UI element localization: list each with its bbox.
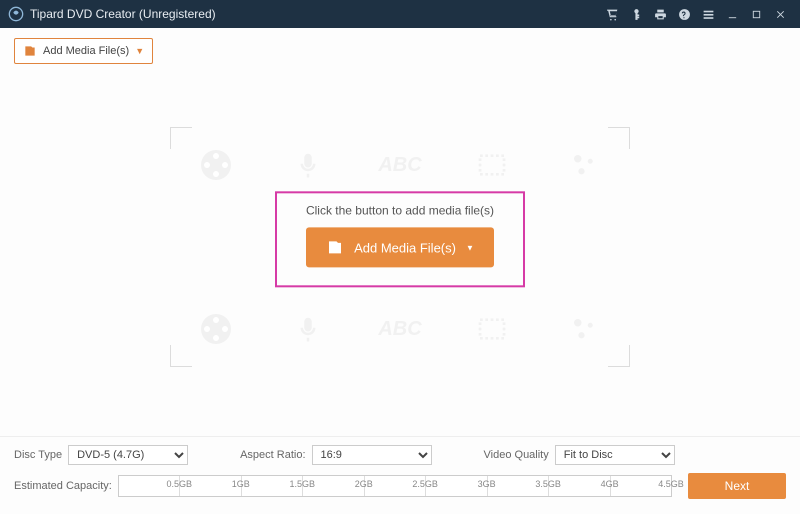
tick: 4GB (549, 476, 610, 496)
printer-icon[interactable] (650, 4, 670, 24)
ghost-row: ABC (170, 145, 630, 185)
close-icon[interactable] (770, 4, 790, 24)
titlebar: Tipard DVD Creator (Unregistered) (0, 0, 800, 28)
tick: 3.5GB (488, 476, 549, 496)
tick: 0.5GB (119, 476, 180, 496)
capacity-ruler: 0.5GB1GB1.5GB2GB2.5GB3GB3.5GB4GB4.5GB (118, 475, 672, 497)
tick: 1.5GB (242, 476, 303, 496)
add-media-hint: Click the button to add media file(s) (277, 203, 523, 217)
clip-icon (472, 145, 512, 185)
clip-icon (472, 309, 512, 349)
add-media-main-button[interactable]: Add Media File(s) ▼ (306, 227, 494, 267)
canvas: ABC ABC Click the button to add media fi… (19, 70, 781, 424)
tick: 3GB (426, 476, 487, 496)
bottom-panel: Disc Type DVD-5 (4.7G) Aspect Ratio: 16:… (0, 436, 800, 514)
disc-type-label: Disc Type (14, 449, 62, 461)
drop-zone: ABC ABC Click the button to add media fi… (170, 127, 630, 367)
aspect-ratio-select[interactable]: 16:9 (312, 445, 432, 465)
app-title: Tipard DVD Creator (Unregistered) (30, 7, 216, 21)
mic-icon (288, 309, 328, 349)
add-media-main-label: Add Media File(s) (354, 240, 456, 255)
film-icon (196, 145, 236, 185)
capacity-row: Estimated Capacity: 0.5GB1GB1.5GB2GB2.5G… (14, 473, 786, 499)
chevron-down-icon: ▼ (135, 46, 144, 56)
chevron-down-icon: ▼ (466, 243, 474, 252)
mic-icon (288, 145, 328, 185)
key-icon[interactable] (626, 4, 646, 24)
tick: 1GB (180, 476, 241, 496)
app-logo (8, 6, 24, 22)
aspect-ratio-label: Aspect Ratio: (240, 449, 305, 461)
add-media-button[interactable]: Add Media File(s) ▼ (14, 38, 153, 64)
abc-icon: ABC (380, 309, 420, 349)
add-media-callout: Click the button to add media file(s) Ad… (275, 191, 525, 287)
maximize-icon[interactable] (746, 4, 766, 24)
tick-label: 4.5GB (657, 479, 685, 489)
sparkle-icon (564, 145, 604, 185)
capacity-label: Estimated Capacity: (14, 480, 112, 492)
ghost-row: ABC (170, 309, 630, 349)
toolbar: Add Media File(s) ▼ (0, 28, 800, 74)
video-quality-label: Video Quality (484, 449, 549, 461)
sparkle-icon (564, 309, 604, 349)
cart-icon[interactable] (602, 4, 622, 24)
abc-icon: ABC (380, 145, 420, 185)
film-icon (196, 309, 236, 349)
video-quality-select[interactable]: Fit to Disc (555, 445, 675, 465)
tick: 2.5GB (365, 476, 426, 496)
menu-icon[interactable] (698, 4, 718, 24)
options-row: Disc Type DVD-5 (4.7G) Aspect Ratio: 16:… (14, 445, 786, 465)
add-media-label: Add Media File(s) (43, 45, 129, 57)
disc-type-select[interactable]: DVD-5 (4.7G) (68, 445, 188, 465)
tick: 4.5GB (611, 476, 671, 496)
minimize-icon[interactable] (722, 4, 742, 24)
next-button[interactable]: Next (688, 473, 786, 499)
tick: 2GB (303, 476, 364, 496)
help-icon[interactable] (674, 4, 694, 24)
